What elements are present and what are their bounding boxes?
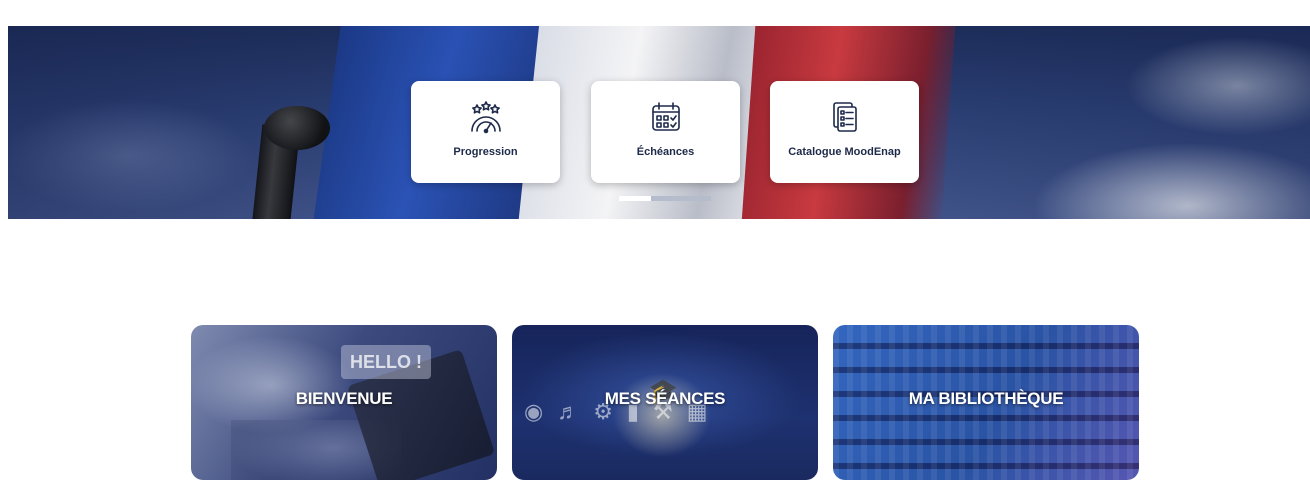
carousel-dot-active[interactable] [619,196,651,201]
quick-link-label: Catalogue MoodEnap [788,146,901,158]
quick-link-label: Progression [453,146,518,158]
tile-label: MES SÉANCES [604,388,726,408]
quick-link-progression[interactable]: Progression [411,81,560,183]
tile-label: BIENVENUE [295,388,393,408]
quick-link-catalogue[interactable]: Catalogue MoodEnap [770,81,919,183]
tile-ma-bibliotheque[interactable]: MA BIBLIOTHÈQUE [833,325,1139,480]
carousel-dot[interactable] [651,196,711,201]
gauge-stars-icon [470,101,501,134]
carousel-indicator [619,196,711,201]
tile-bienvenue[interactable]: HELLO ! BIENVENUE [191,325,497,480]
calendar-icon [651,102,680,131]
quick-link-label: Échéances [636,146,695,158]
hello-sign: HELLO ! [341,345,431,379]
tile-mes-seances[interactable]: ◉♬⚙▮⚒▦ 🎓 MES SÉANCES [512,325,818,480]
tile-label: MA BIBLIOTHÈQUE [908,388,1064,408]
quick-link-echeances[interactable]: Échéances [591,81,740,183]
checklist-documents-icon [832,102,857,132]
